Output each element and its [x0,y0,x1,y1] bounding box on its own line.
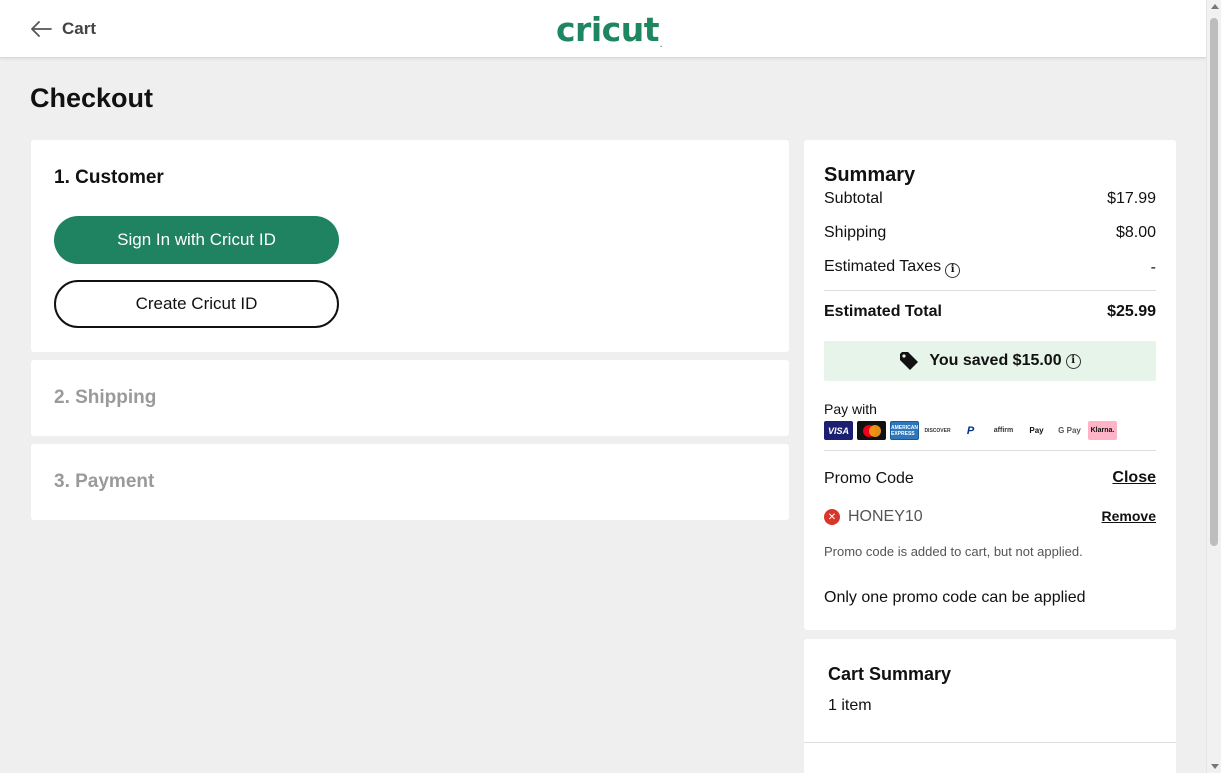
klarna-icon: Klarna. [1088,421,1117,440]
scroll-up-arrow-icon[interactable] [1211,4,1219,9]
top-header: Cart cricut. [0,0,1206,58]
savings-info-icon[interactable]: i [1065,353,1081,369]
applied-promo-code: ✕ HONEY10 [824,508,923,526]
savings-text: You saved $15.00 [929,352,1062,369]
shipping-step-title: 2. Shipping [54,387,157,408]
taxes-label-wrap: Estimated Taxes i [824,258,961,278]
promo-code-label: Promo Code [824,470,914,487]
customer-step-title: 1. Customer [54,167,164,188]
mastercard-icon [857,421,886,440]
promo-status-note: Promo code is added to cart, but not app… [824,544,1083,559]
affirm-icon: affirm [989,421,1018,440]
price-tag-icon [900,352,919,370]
taxes-row: Estimated Taxes i - [824,258,1156,278]
page-scrollbar[interactable] [1206,0,1221,773]
discover-icon: DISCOVER [923,421,952,440]
savings-banner: You saved $15.00 i [824,341,1156,381]
promo-limit-message: Only one promo code can be applied [824,589,1086,606]
total-value: $25.99 [1107,303,1156,320]
google-pay-icon: G Pay [1055,421,1084,440]
cart-summary-title: Cart Summary [828,664,952,684]
payment-divider [824,450,1156,451]
amex-icon: AMERICAN EXPRESS [890,421,919,440]
create-id-button[interactable]: Create Cricut ID [54,280,339,328]
error-icon: ✕ [824,509,840,525]
back-to-cart-link[interactable]: Cart [30,17,96,41]
total-row: Estimated Total $25.99 [824,303,1156,321]
shipping-row: Shipping $8.00 [824,224,1156,242]
cart-item-count: 1 item [828,697,872,714]
subtotal-label: Subtotal [824,190,883,207]
cart-summary-panel: Cart Summary 1 item [804,639,1176,773]
subtotal-row: Subtotal $17.99 [824,190,1156,208]
summary-title: Summary [824,164,916,186]
remove-promo-link[interactable]: Remove [1102,508,1156,524]
taxes-value: - [1150,259,1156,276]
total-label: Estimated Total [824,303,942,320]
subtotal-value: $17.99 [1107,190,1156,207]
shipping-value: $8.00 [1115,224,1156,241]
customer-step-panel: 1. Customer Sign In with Cricut ID Creat… [31,140,789,352]
payment-step-title: 3. Payment [54,471,155,492]
apple-pay-icon: Pay [1022,421,1051,440]
logo-trademark: . [659,42,662,49]
info-icon[interactable]: i [945,263,961,278]
promo-close-link[interactable]: Close [1112,469,1156,487]
logo-text: cricut [556,10,659,49]
scroll-thumb[interactable] [1210,18,1218,546]
taxes-label: Estimated Taxes [824,258,942,275]
cart-divider [804,742,1176,743]
cricut-logo[interactable]: cricut. [556,10,662,49]
visa-icon: VISA [824,421,853,440]
order-summary-panel: Summary Subtotal $17.99 Shipping $8.00 E… [804,140,1176,630]
sign-in-button[interactable]: Sign In with Cricut ID [54,216,339,264]
payment-methods: VISA AMERICAN EXPRESS DISCOVER P affirm … [824,421,1117,440]
shipping-step-panel: 2. Shipping [31,360,789,436]
arrow-left-icon [31,21,52,37]
paypal-icon: P [956,421,985,440]
pay-with-label: Pay with [824,401,877,417]
summary-divider [824,290,1156,291]
back-label: Cart [62,19,97,38]
scroll-down-arrow-icon[interactable] [1211,764,1219,769]
promo-code-text: HONEY10 [848,508,923,525]
shipping-label: Shipping [824,224,887,241]
payment-step-panel: 3. Payment [31,444,789,520]
page-title: Checkout [30,83,154,113]
